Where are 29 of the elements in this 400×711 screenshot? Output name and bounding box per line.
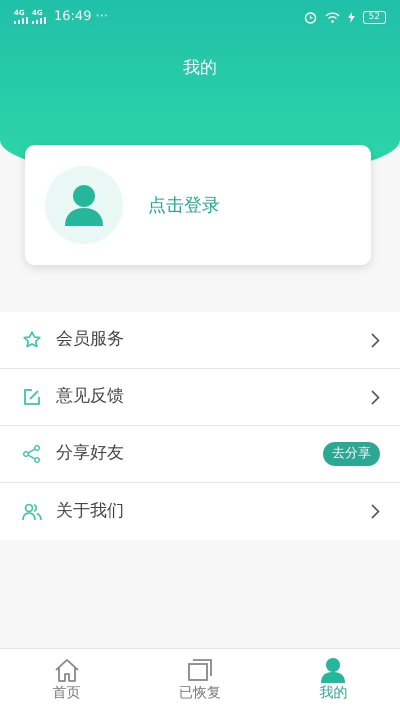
status-time: 16:49: [54, 8, 92, 26]
user-icon: [320, 656, 346, 682]
share-icon: [22, 444, 42, 464]
tab[interactable]: 首页: [0, 649, 134, 711]
star-icon: [22, 330, 42, 350]
alarm-icon: [304, 10, 317, 24]
share-button[interactable]: 去分享: [323, 442, 380, 466]
chevron-icon: [371, 390, 380, 404]
login-link[interactable]: 点击登录: [148, 192, 220, 218]
signal-icon: [32, 17, 46, 24]
profile-card[interactable]: 点击登录: [25, 145, 371, 265]
users-icon: [22, 502, 42, 522]
home-icon: [54, 656, 80, 682]
page-title: 我的: [182, 57, 218, 80]
menu-item[interactable]: 意见反馈: [0, 369, 400, 426]
battery-icon: 52: [362, 10, 386, 24]
charging-icon: [348, 12, 355, 22]
wifi-icon: [324, 12, 340, 22]
signal-icon: [14, 17, 28, 24]
edit-icon: [22, 387, 42, 407]
more-dots: ···: [95, 8, 108, 26]
menu-item[interactable]: 会员服务: [0, 312, 400, 369]
chevron-icon: [371, 504, 380, 519]
menu-item[interactable]: 关于我们: [0, 483, 400, 540]
windows-icon: [186, 656, 213, 682]
chevron-icon: [371, 332, 380, 348]
tab[interactable]: 已恢复: [133, 649, 267, 711]
menu-item[interactable]: 分享好友 去分享: [0, 426, 400, 483]
tab[interactable]: 我的: [266, 649, 400, 711]
